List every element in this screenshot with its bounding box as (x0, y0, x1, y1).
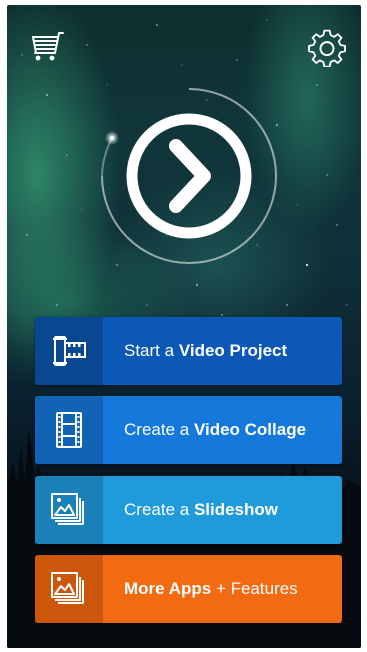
button-label: Create a Slideshow (124, 500, 279, 519)
shopping-cart-icon[interactable] (27, 27, 67, 67)
start-video-project-button[interactable]: Start a Video Project (35, 317, 342, 385)
more-apps-features-button[interactable]: More Apps + Features (35, 555, 342, 623)
chevron-right-icon (169, 139, 211, 213)
film-frames-icon (35, 396, 103, 464)
button-label: Create a Video Collage (124, 420, 307, 439)
gear-icon[interactable] (307, 27, 347, 68)
button-label: Start a Video Project (124, 341, 288, 360)
film-strip-icon (35, 317, 103, 385)
start-play-button[interactable] (96, 83, 282, 269)
create-video-collage-button[interactable]: Create a Video Collage (35, 396, 342, 464)
photo-stack-icon (35, 476, 103, 544)
photo-stack-icon (35, 555, 103, 623)
create-slideshow-button[interactable]: Create a Slideshow (35, 476, 342, 544)
button-label: More Apps + Features (124, 579, 298, 598)
app-screen: Start a Video Project Create a Video Col… (7, 5, 361, 648)
